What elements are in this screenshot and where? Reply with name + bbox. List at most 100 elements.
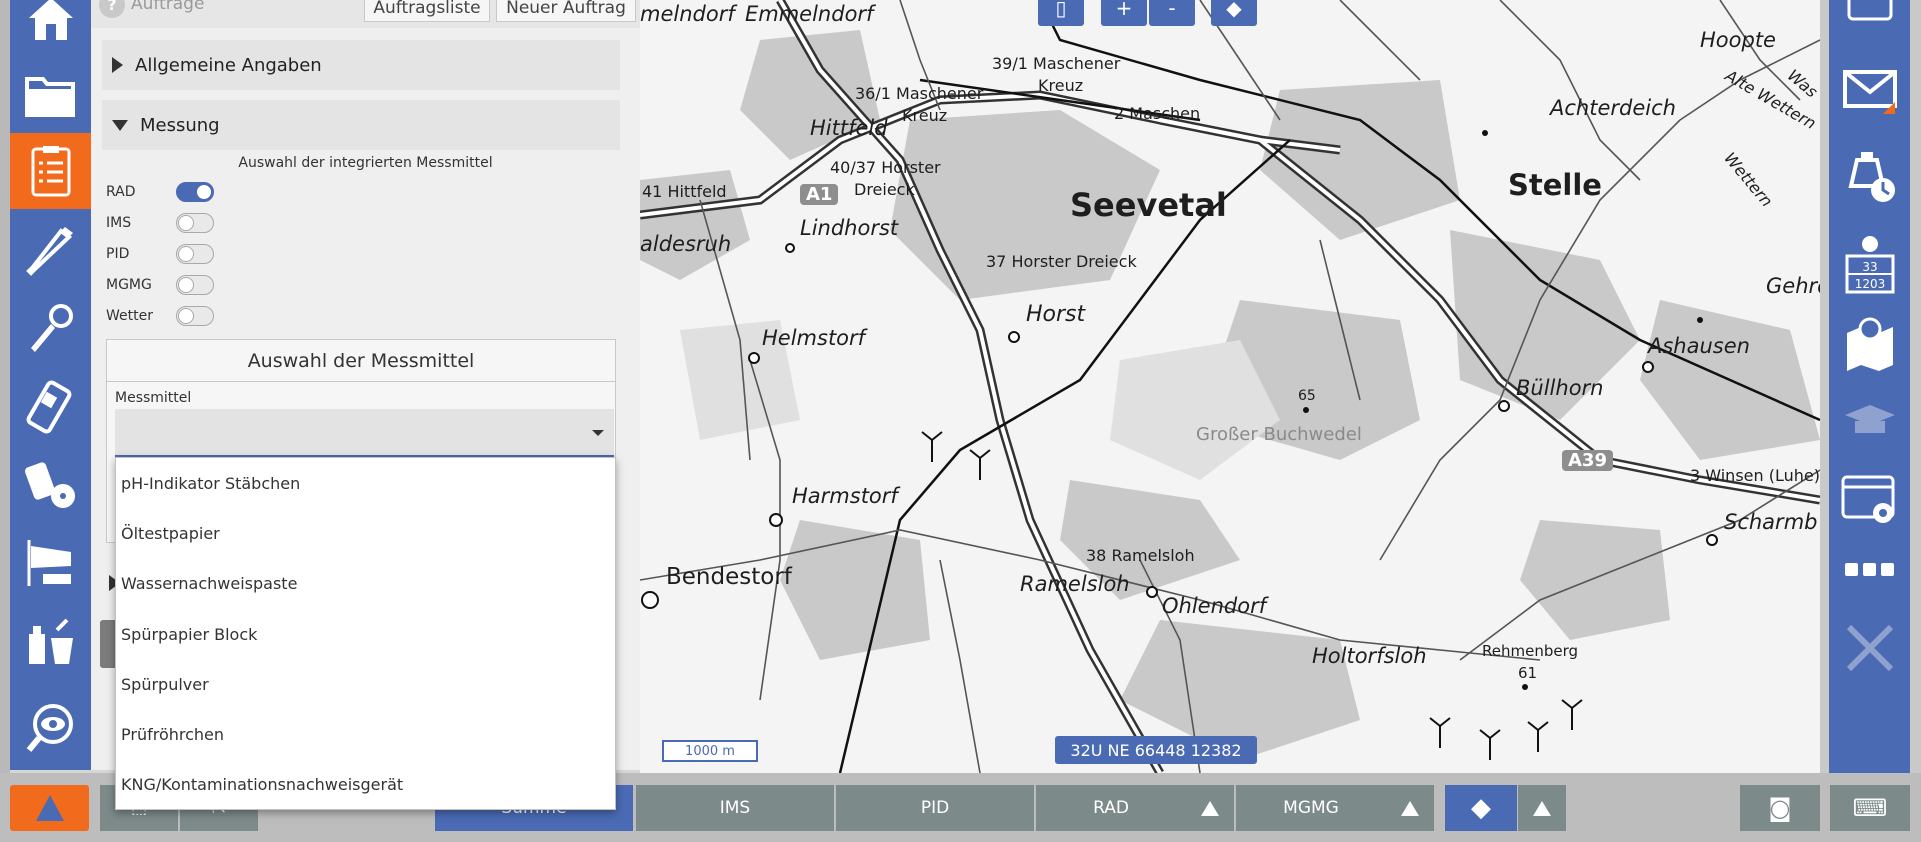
place-label: Holtorfsloh	[1312, 644, 1427, 668]
place-label: Ashausen	[1648, 334, 1750, 358]
ims-switch[interactable]	[176, 213, 214, 233]
handheld-device-icon	[26, 380, 71, 434]
place-label: Hoopte	[1700, 28, 1776, 52]
dropdown-option[interactable]: Spürpulver	[116, 659, 615, 709]
place-label: Gehrd	[1766, 274, 1820, 298]
mail-icon	[1842, 70, 1897, 114]
hazard-info-button[interactable]: 33 1203	[1829, 221, 1910, 309]
dropdown-option[interactable]: Prüfröhrchen	[116, 709, 615, 759]
more-dots-icon	[1844, 563, 1894, 576]
place-label: Rehmenberg	[1482, 642, 1579, 660]
map-locate-button[interactable]: ▯	[1038, 0, 1084, 26]
training-button[interactable]	[1829, 378, 1910, 466]
zoom-out-button[interactable]: -	[1149, 0, 1195, 26]
layers-icon: ◆	[1471, 793, 1491, 823]
town-label: Stelle	[1508, 168, 1602, 202]
alarm-button[interactable]	[10, 785, 89, 831]
layers-button[interactable]: ◆	[1445, 785, 1517, 831]
screenshot-button[interactable]: ◙	[1740, 785, 1820, 831]
section-general[interactable]: Allgemeine Angaben	[102, 40, 620, 90]
map-pin-icon	[1846, 317, 1893, 371]
chat-button[interactable]	[1829, 0, 1910, 48]
town-label: Seevetal	[1070, 186, 1227, 224]
map-view[interactable]: melndorf Emmelndorf 39/1 Maschener Kreuz…	[640, 0, 1820, 773]
highway-shield-a39: A39	[1562, 450, 1613, 471]
instrument-dropdown: pH-Indikator Stäbchen Öltestpapier Wasse…	[115, 457, 616, 810]
measure-subtitle: Auswahl der integrierten Messmittel	[238, 155, 493, 171]
wind-button[interactable]	[10, 524, 91, 600]
toggle-row-mgmg: MGMG	[106, 273, 214, 297]
home-button[interactable]	[10, 0, 91, 56]
rad-expand-button[interactable]	[1186, 785, 1234, 831]
zoom-in-button[interactable]: +	[1101, 0, 1147, 26]
mail-button[interactable]	[1829, 45, 1910, 133]
expand-right-icon	[112, 57, 123, 73]
place-label: Hittfeld	[810, 116, 888, 140]
right-icon-rail: 33 1203	[1829, 0, 1910, 773]
place-label: Achterdeich	[1550, 96, 1676, 120]
section-measure[interactable]: Messung	[102, 100, 620, 150]
place-label: Harmstorf	[792, 484, 898, 508]
detector-icon	[30, 304, 73, 352]
folder-button[interactable]	[10, 57, 91, 133]
breathing-timer-button[interactable]	[1829, 133, 1910, 221]
right-edge	[1910, 0, 1921, 842]
pen-button[interactable]	[10, 211, 91, 287]
tab-pid[interactable]: PID	[836, 785, 1034, 831]
device-button[interactable]	[10, 368, 91, 444]
camera-icon: ◙	[1768, 794, 1792, 822]
right-gutter	[1820, 0, 1829, 773]
tab-mgmg[interactable]: MGMG	[1236, 785, 1386, 831]
triangle-up-icon	[1533, 800, 1551, 816]
order-list-tab[interactable]: Auftragsliste	[364, 0, 490, 22]
place-label: Dreieck	[854, 180, 915, 199]
dropdown-option[interactable]: Wassernachweispaste	[116, 559, 615, 609]
folder-icon	[24, 77, 75, 117]
toggle-label: Wetter	[106, 308, 153, 324]
more-button[interactable]	[1829, 526, 1910, 614]
orders-button[interactable]	[10, 133, 91, 209]
graduation-cap-icon	[1844, 405, 1895, 433]
left-gutter	[0, 0, 10, 842]
windsock-icon	[27, 540, 71, 586]
place-label: Ramelsloh	[1020, 572, 1130, 596]
sample-button[interactable]	[10, 602, 91, 678]
dropdown-option[interactable]: pH-Indikator Stäbchen	[116, 458, 615, 508]
new-order-tab[interactable]: Neuer Auftrag	[496, 0, 636, 22]
magnifier-eye-icon	[26, 704, 73, 752]
toggle-row-ims: IMS	[106, 211, 214, 235]
dropdown-option[interactable]: Spürpapier Block	[116, 609, 615, 659]
tab-rad[interactable]: RAD	[1036, 785, 1186, 831]
weather-switch[interactable]	[176, 306, 214, 326]
observe-button[interactable]	[10, 690, 91, 766]
toggle-label: IMS	[106, 215, 132, 231]
place-label: aldesruh	[640, 232, 732, 256]
place-label: 38 Ramelsloh	[1086, 546, 1195, 565]
place-label: Scharmb	[1724, 510, 1818, 534]
rad-switch[interactable]	[176, 182, 214, 202]
panel-header: ? Aufträge Auftragsliste Neuer Auftrag	[91, 0, 640, 28]
dropdown-option[interactable]: KNG/Kontaminationsnachweisgerät	[116, 760, 615, 810]
tools-button[interactable]	[1829, 604, 1910, 692]
map-layers-button[interactable]: ◆	[1211, 0, 1257, 26]
highway-shield-a1: A1	[800, 184, 839, 205]
detector-button[interactable]	[10, 290, 91, 366]
tab-ims[interactable]: IMS	[636, 785, 834, 831]
place-label: Horst	[1026, 302, 1086, 327]
mgmg-switch[interactable]	[176, 275, 214, 295]
radiation-button[interactable]	[10, 446, 91, 522]
pid-switch[interactable]	[176, 244, 214, 264]
toggle-row-pid: PID	[106, 242, 214, 266]
place-label: 39/1 Maschener	[992, 54, 1121, 73]
instrument-field-label: Messmittel	[115, 390, 192, 406]
keyboard-button[interactable]: ⌨	[1830, 785, 1910, 831]
place-label: Ohlendorf	[1162, 594, 1267, 618]
map-pin-button[interactable]	[1829, 300, 1910, 388]
layers-expand-button[interactable]	[1518, 785, 1566, 831]
dropdown-option[interactable]: Öltestpapier	[116, 508, 615, 558]
caret-down-icon	[592, 430, 604, 436]
instrument-select[interactable]	[115, 409, 614, 457]
toggle-row-rad: RAD	[106, 180, 214, 204]
toggle-label: PID	[106, 246, 130, 262]
mgmg-expand-button[interactable]	[1386, 785, 1434, 831]
